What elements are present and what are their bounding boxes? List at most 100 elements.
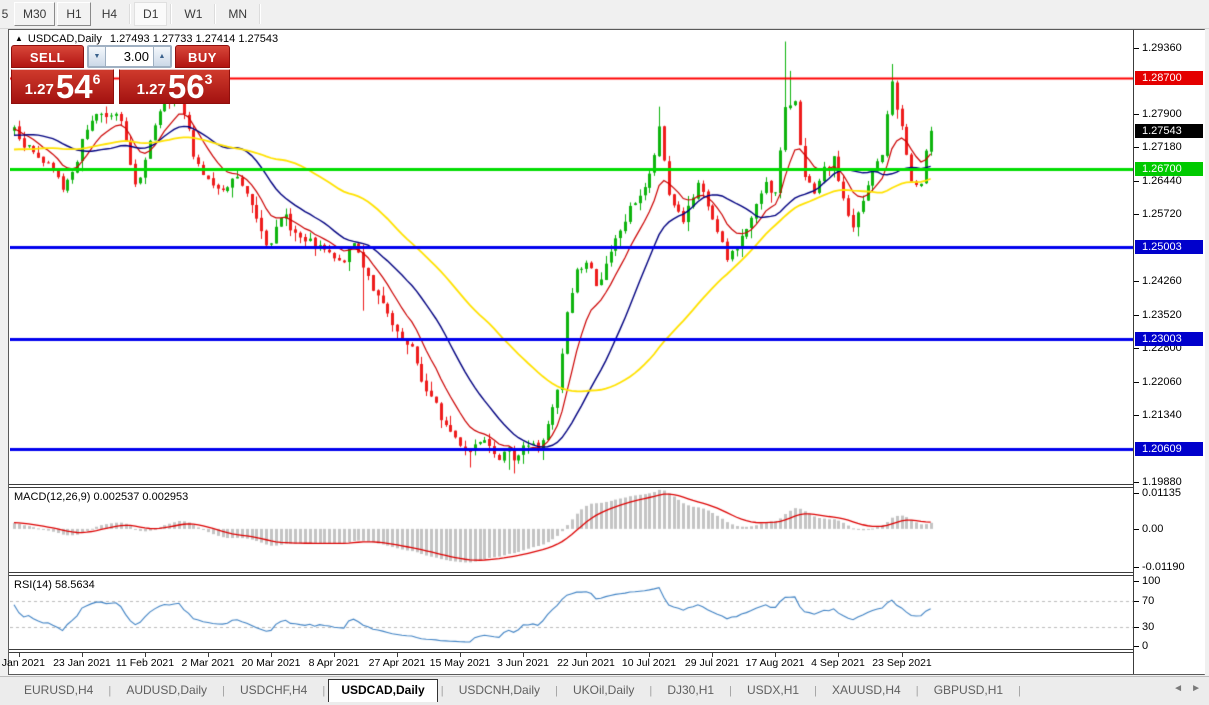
price-badge: 1.26700	[1135, 162, 1203, 176]
chart-tab-bar: EURUSD,H4 | AUDUSD,Daily | USDCHF,H4 | U…	[0, 676, 1209, 705]
one-click-trade-panel: SELL ▼ ▲ BUY 1.27 54 6 1.27 56 3	[11, 45, 230, 104]
price-tick-mark	[1134, 214, 1139, 215]
chart-quote: 1.27493 1.27733 1.27414 1.27543	[110, 33, 278, 45]
volume-input[interactable]	[106, 46, 153, 67]
macd-tick-mark	[1134, 529, 1139, 530]
chart-symbol: USDCAD,Daily	[28, 33, 102, 45]
chart-tab-usdcad-daily[interactable]: USDCAD,Daily	[328, 679, 437, 702]
buy-button[interactable]: BUY	[175, 45, 230, 68]
date-tick-label: 5 Jan 2021	[0, 657, 45, 669]
sell-price-prefix: 1.27	[25, 81, 54, 98]
rsi-tick-mark	[1134, 627, 1139, 628]
timeframe-button-w1[interactable]: W1	[175, 2, 211, 26]
date-tick-label: 4 Sep 2021	[811, 657, 865, 669]
price-tick-label: 1.22060	[1142, 376, 1182, 388]
date-tick-label: 11 Feb 2021	[116, 657, 174, 669]
macd-label: MACD(12,26,9) 0.002537 0.002953	[14, 491, 188, 503]
sell-price[interactable]: 1.27 54 6	[11, 69, 114, 104]
price-tick-mark	[1134, 281, 1139, 282]
price-tick-label: 1.23520	[1142, 309, 1182, 321]
tab-separator: |	[105, 685, 114, 697]
price-tick-label: 1.27900	[1142, 108, 1182, 120]
chart-tab-gbpusd-h1[interactable]: GBPUSD,H1	[922, 680, 1015, 701]
price-tick-label: 1.27180	[1142, 141, 1182, 153]
tab-separator: |	[552, 685, 561, 697]
tab-separator: |	[646, 685, 655, 697]
chart-tab-eurusd-h4[interactable]: EURUSD,H4	[12, 680, 105, 701]
buy-price[interactable]: 1.27 56 3	[119, 69, 230, 104]
chart-tab-usdchf-h4[interactable]: USDCHF,H4	[228, 680, 319, 701]
sell-button[interactable]: SELL	[11, 45, 84, 68]
rsi-tick-label: 0	[1142, 640, 1148, 652]
rsi-tick-label: 30	[1142, 621, 1154, 633]
panel-splitter[interactable]	[9, 484, 1204, 488]
tab-scroll-right-icon[interactable]: ►	[1191, 683, 1201, 694]
chart-tab-dj30-h1[interactable]: DJ30,H1	[655, 680, 726, 701]
price-tick-mark	[1134, 147, 1139, 148]
timeframe-button-h1[interactable]: H1	[57, 2, 90, 26]
macd-tick-label: 0.00	[1142, 523, 1163, 535]
chart-title: ▲ USDCAD,Daily 1.27493 1.27733 1.27414 1.2…	[15, 33, 278, 45]
macd-tick-mark	[1134, 493, 1139, 494]
date-tick-label: 29 Jul 2021	[685, 657, 739, 669]
rsi-tick-label: 100	[1142, 575, 1160, 587]
price-tick-label: 1.26440	[1142, 175, 1182, 187]
tab-scroll-left-icon[interactable]: ◄	[1173, 683, 1183, 694]
tab-separator: |	[319, 685, 328, 697]
toolbar-separator	[170, 4, 172, 24]
price-badge: 1.28700	[1135, 71, 1203, 85]
price-tick-mark	[1134, 415, 1139, 416]
date-axis: 5 Jan 202123 Jan 202111 Feb 20212 Mar 20…	[10, 653, 1133, 674]
rsi-tick-mark	[1134, 646, 1139, 647]
buy-price-prefix: 1.27	[137, 81, 166, 98]
rsi-indicator-canvas[interactable]	[10, 576, 1133, 649]
price-tick-mark	[1134, 48, 1139, 49]
chart-tab-usdcnh-daily[interactable]: USDCNH,Daily	[447, 680, 552, 701]
date-tick-label: 8 Apr 2021	[309, 657, 360, 669]
date-tick-label: 15 May 2021	[430, 657, 491, 669]
price-scale: 1.293601.279001.271801.264401.257201.242…	[1133, 30, 1205, 674]
tab-separator: |	[1015, 685, 1021, 697]
macd-tick-label: 0.01135	[1142, 487, 1181, 499]
timeframe-button-m30[interactable]: M30	[14, 2, 55, 26]
tab-separator: |	[726, 685, 735, 697]
date-tick-label: 22 Jun 2021	[557, 657, 615, 669]
date-tick-label: 2 Mar 2021	[181, 657, 234, 669]
collapse-icon[interactable]: ▲	[15, 34, 23, 43]
volume-stepper: ▼ ▲	[87, 45, 172, 68]
rsi-label: RSI(14) 58.5634	[14, 579, 95, 591]
price-badge: 1.23003	[1135, 332, 1203, 346]
chart-tab-xauusd-h4[interactable]: XAUUSD,H4	[820, 680, 913, 701]
date-tick-label: 17 Aug 2021	[746, 657, 805, 669]
price-tick-mark	[1134, 482, 1139, 483]
price-tick-label: 1.29360	[1142, 42, 1182, 54]
buy-price-pip: 3	[205, 71, 213, 87]
volume-decrease-button[interactable]: ▼	[88, 46, 106, 67]
sell-price-main: 54	[56, 73, 93, 101]
chart-tab-audusd-daily[interactable]: AUDUSD,Daily	[114, 680, 219, 701]
rsi-tick-mark	[1134, 581, 1139, 582]
volume-increase-button[interactable]: ▲	[153, 46, 171, 67]
date-tick-label: 27 Apr 2021	[369, 657, 426, 669]
date-tick-label: 23 Sep 2021	[872, 657, 932, 669]
tab-separator: |	[219, 685, 228, 697]
chart-tab-ukoil-daily[interactable]: UKOil,Daily	[561, 680, 646, 701]
timeframe-button-5[interactable]: 5	[0, 3, 12, 25]
date-tick-label: 10 Jul 2021	[622, 657, 676, 669]
toolbar-separator	[214, 4, 216, 24]
price-badge: 1.20609	[1135, 442, 1203, 456]
price-tick-label: 1.24260	[1142, 275, 1182, 287]
buy-price-main: 56	[168, 73, 205, 101]
price-tick-mark	[1134, 315, 1139, 316]
chart-tab-usdx-h1[interactable]: USDX,H1	[735, 680, 811, 701]
timeframe-button-mn[interactable]: MN	[219, 2, 256, 26]
panel-splitter[interactable]	[9, 572, 1204, 576]
timeframe-button-h4[interactable]: H4	[93, 2, 126, 26]
macd-tick-mark	[1134, 567, 1139, 568]
timeframe-button-d1[interactable]: D1	[134, 2, 167, 26]
toolbar-separator	[259, 4, 261, 24]
timeframe-toolbar: 5M30H1H4 D1 W1 MN	[0, 0, 1209, 29]
date-tick-label: 23 Jan 2021	[53, 657, 111, 669]
date-tick-label: 20 Mar 2021	[242, 657, 301, 669]
price-tick-mark	[1134, 348, 1139, 349]
